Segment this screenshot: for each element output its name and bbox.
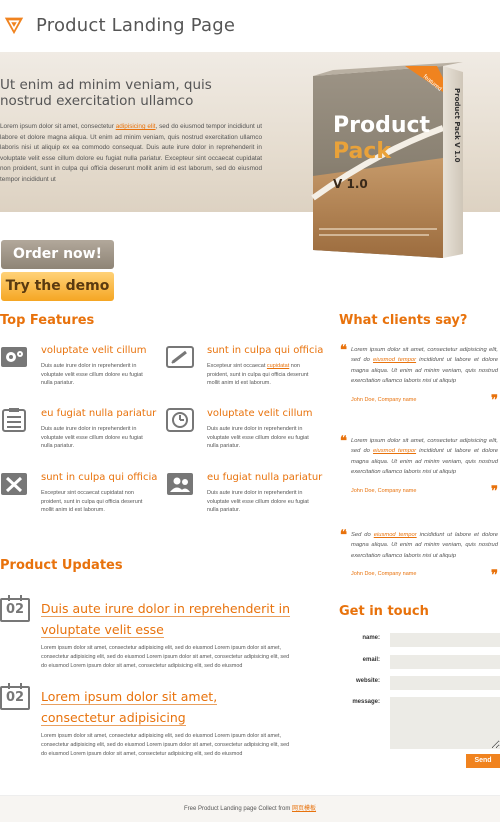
update-title[interactable]: Duis aute irure dolor in reprehenderit i… xyxy=(41,598,291,640)
feature-item: voluptate velit cillum Duis aute irure d… xyxy=(166,408,316,458)
testimonial-author: John Doe, Company name xyxy=(351,571,417,578)
box-side-text: Product Pack V 1.0 xyxy=(453,88,461,163)
feature-title: eu fugiat nulla pariatur xyxy=(41,408,157,419)
testimonial-text: Sed do eiusmod tempor incididunt ut labo… xyxy=(351,532,498,559)
hero-link[interactable]: adipisicing elit xyxy=(116,123,156,130)
quote-open-icon: ❝ xyxy=(340,528,347,543)
feature-title: sunt in culpa qui officia xyxy=(41,472,158,483)
date-badge: 02 xyxy=(0,595,30,622)
name-input[interactable] xyxy=(390,633,500,647)
header: Product Landing Page xyxy=(0,0,500,52)
name-label: name: xyxy=(362,635,380,641)
hero-text: Lorem ipsum dolor sit amet, consectetur … xyxy=(0,123,262,183)
gear-icon xyxy=(1,347,27,367)
hero-heading: Ut enim ad minim veniam, quis nostrud ex… xyxy=(0,77,212,109)
testimonial-author: John Doe, Company name xyxy=(351,396,417,403)
feature-item: eu fugiat nulla pariatur Duis aute irure… xyxy=(0,408,156,458)
testimonial-text: Lorem ipsum dolor sit amet, consectetur … xyxy=(351,438,498,476)
testimonial-link[interactable]: eiusmod tempor xyxy=(373,448,416,454)
users-icon xyxy=(167,473,193,495)
quote-close-icon: ❞ xyxy=(491,484,498,499)
message-label: message: xyxy=(352,699,380,705)
update-title[interactable]: Lorem ipsum dolor sit amet, consectetur … xyxy=(41,686,291,728)
page-title: Product Landing Page xyxy=(36,15,236,36)
update-text: Lorem ipsum dolor sit amet, consectetur … xyxy=(41,733,290,758)
feature-text: Duis aute irure dolor in reprehenderit i… xyxy=(41,363,143,386)
email-input[interactable] xyxy=(390,655,500,669)
testimonial-author: John Doe, Company name xyxy=(351,487,417,494)
tools-icon xyxy=(1,473,27,495)
website-input[interactable] xyxy=(390,676,500,690)
product-box-image: featured Product Pack V 1.0 Product Pack… xyxy=(311,62,463,258)
quote-open-icon: ❝ xyxy=(340,434,347,449)
testimonial-link[interactable]: eiusmod tempor xyxy=(374,532,417,538)
website-row: website: xyxy=(340,676,500,690)
feature-title: voluptate velit cillum xyxy=(41,345,147,356)
feature-link[interactable]: cupidatat xyxy=(267,363,289,369)
checklist-icon xyxy=(2,408,26,432)
box-title-line2: Pack xyxy=(333,139,392,164)
updates-title: Product Updates xyxy=(0,558,123,573)
feature-text: Duis aute irure dolor in reprehenderit i… xyxy=(207,426,309,449)
quote-open-icon: ❝ xyxy=(340,343,347,358)
feature-text: Duis aute irure dolor in reprehenderit i… xyxy=(207,490,309,513)
feature-item: eu fugiat nulla pariatur Duis aute irure… xyxy=(166,472,322,522)
pencil-icon xyxy=(166,346,194,368)
quote-close-icon: ❞ xyxy=(491,568,498,583)
testimonial-text: Lorem ipsum dolor sit amet, consectetur … xyxy=(351,347,498,385)
clients-title: What clients say? xyxy=(339,313,468,328)
feature-text: Excepteur sint occaecat cupidatat non pr… xyxy=(41,490,143,513)
feature-item: sunt in culpa qui officia Excepteur sint… xyxy=(166,345,323,395)
date-badge: 02 xyxy=(0,683,30,710)
testimonial: ❝ Lorem ipsum dolor sit amet, consectetu… xyxy=(340,343,498,408)
footer-text: Free Product Landing page Collect from xyxy=(183,806,293,812)
email-label: email: xyxy=(362,657,380,663)
update-item: 02 Duis aute irure dolor in reprehenderi… xyxy=(0,595,295,678)
box-title-line1: Product xyxy=(333,113,431,138)
box-version: V 1.0 xyxy=(333,177,368,191)
footer-link[interactable]: 网页模板 xyxy=(292,806,316,812)
feature-item: voluptate velit cillum Duis aute irure d… xyxy=(0,345,150,395)
order-now-button[interactable]: Order now! xyxy=(1,240,114,269)
update-text: Lorem ipsum dolor sit amet, consectetur … xyxy=(41,645,290,670)
testimonial: ❝ Lorem ipsum dolor sit amet, consectetu… xyxy=(340,434,498,499)
email-row: email: xyxy=(340,655,500,669)
clock-icon xyxy=(166,408,194,432)
name-row: name: xyxy=(340,633,500,647)
testimonial-link[interactable]: eiusmod tempor xyxy=(373,357,416,363)
testimonial: ❝ Sed do eiusmod tempor incididunt ut la… xyxy=(340,528,498,583)
feature-text: Duis aute irure dolor in reprehenderit i… xyxy=(41,426,143,449)
footer: Free Product Landing page Collect from 网… xyxy=(0,795,500,822)
logo-icon[interactable] xyxy=(3,14,25,36)
feature-title: voluptate velit cillum xyxy=(207,408,313,419)
contact-title: Get in touch xyxy=(339,604,429,619)
feature-title: sunt in culpa qui officia xyxy=(207,345,324,356)
feature-title: eu fugiat nulla pariatur xyxy=(207,472,323,483)
quote-close-icon: ❞ xyxy=(491,393,498,408)
update-item: 02 Lorem ipsum dolor sit amet, consectet… xyxy=(0,683,295,766)
try-demo-button[interactable]: Try the demo xyxy=(1,272,114,301)
features-title: Top Features xyxy=(0,313,95,328)
feature-item: sunt in culpa qui officia Excepteur sint… xyxy=(0,472,157,522)
message-row: message: xyxy=(340,697,500,749)
feature-text: Excepteur sint occaecat cupidatat non pr… xyxy=(207,363,309,386)
send-button[interactable]: Send xyxy=(466,754,500,768)
website-label: website: xyxy=(355,678,380,684)
message-input[interactable] xyxy=(390,697,500,749)
